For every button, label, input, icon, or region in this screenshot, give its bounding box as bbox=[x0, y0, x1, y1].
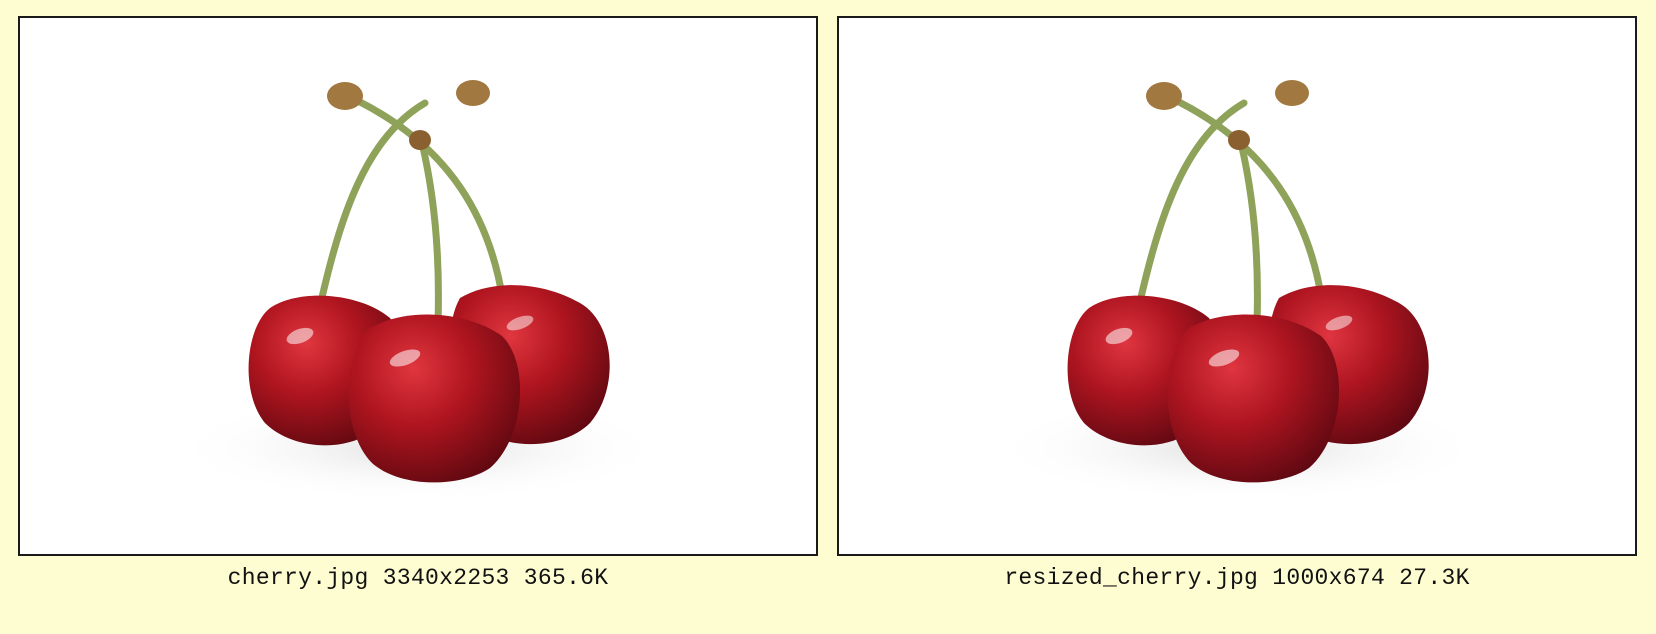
cherry-image bbox=[170, 80, 670, 503]
original-image-caption: cherry.jpg 3340x2253 365.6K bbox=[227, 565, 609, 591]
resized-cherry-image bbox=[989, 80, 1489, 503]
resized-image-frame[interactable] bbox=[837, 16, 1637, 556]
image-comparison-view: cherry.jpg 3340x2253 365.6K resized_cher… bbox=[0, 0, 1656, 634]
original-image-frame[interactable] bbox=[18, 16, 818, 556]
resized-image-panel bbox=[837, 16, 1637, 556]
original-image-panel bbox=[18, 16, 818, 556]
resized-image-caption: resized_cherry.jpg 1000x674 27.3K bbox=[1004, 565, 1470, 591]
